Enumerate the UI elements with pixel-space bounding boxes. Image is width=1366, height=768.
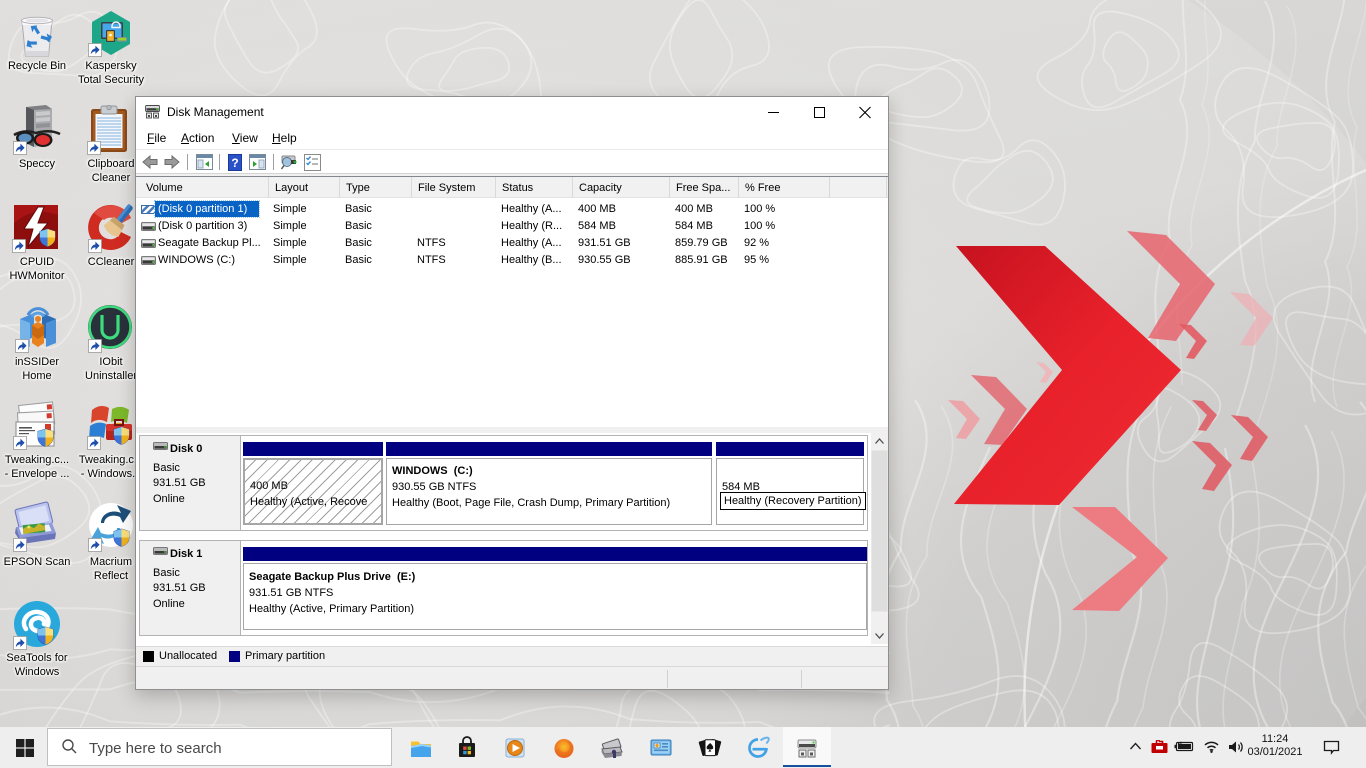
svg-text:?: ? — [231, 156, 238, 170]
